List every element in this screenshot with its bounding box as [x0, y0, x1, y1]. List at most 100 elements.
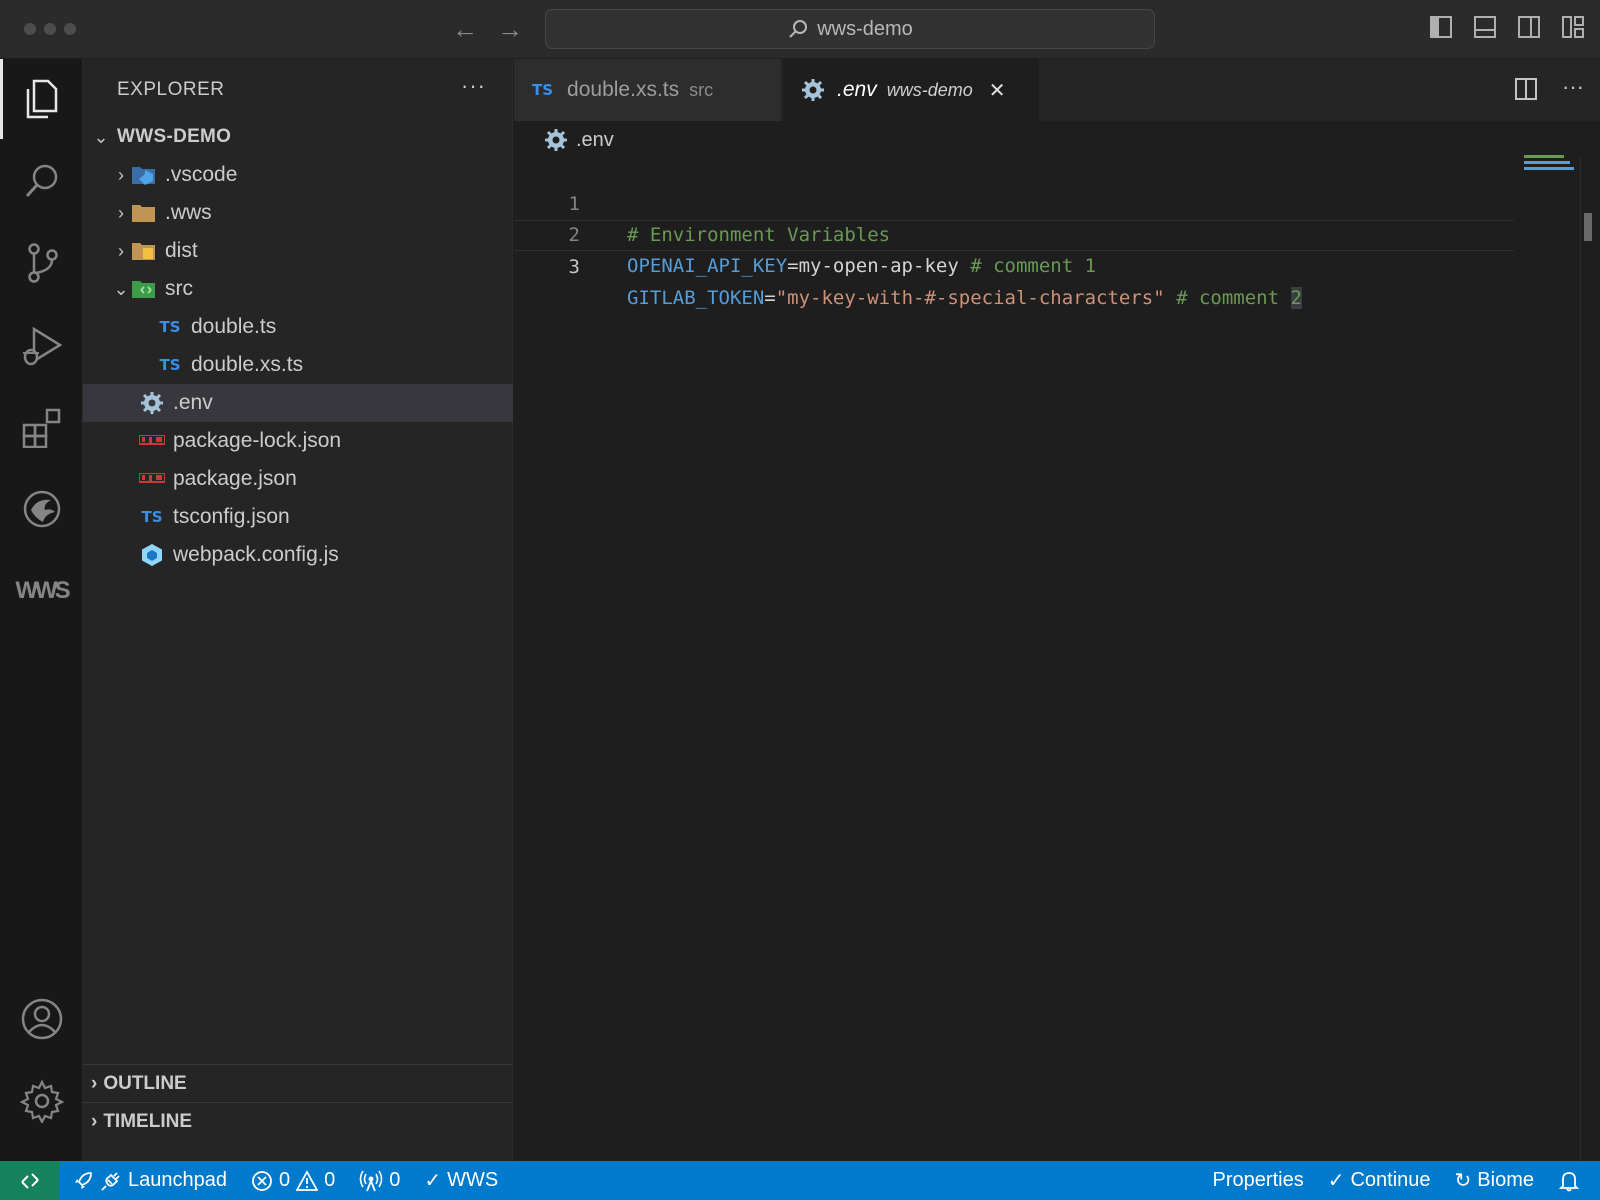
typescript-file-icon: TS [159, 318, 181, 336]
tree-item-label: double.ts [191, 315, 277, 338]
env-equals: = [787, 255, 799, 277]
more-actions-icon[interactable]: ··· [461, 73, 486, 99]
outline-label: OUTLINE [103, 1072, 187, 1094]
error-count: 0 [278, 1169, 291, 1191]
problems-status[interactable]: 0 0 [239, 1161, 347, 1200]
gear-file-icon [801, 78, 825, 102]
refresh-icon: ↻ [1454, 1170, 1472, 1192]
code-line[interactable]: 1 # Environment Variables [514, 158, 1514, 246]
tab-description: src [689, 79, 714, 100]
tree-root-label: WWS-DEMO [117, 126, 232, 147]
code-editor[interactable]: 1 # Environment Variables 2 OPENAI_API_K… [514, 158, 1514, 309]
tree-item-label: webpack.config.js [173, 543, 339, 566]
tree-item-wws-folder[interactable]: › .wws [83, 194, 513, 232]
editor-area: TS double.xs.ts src .env wws-demo ✕ ··· … [514, 59, 1600, 1161]
minimap[interactable] [1524, 155, 1574, 173]
tree-item-label: double.xs.ts [191, 353, 304, 376]
code-line[interactable]: 2 OPENAI_API_KEY=my-open-ap-key # commen… [514, 189, 1514, 277]
typescript-file-icon: TS [159, 356, 181, 374]
wws-icon-label: WS [34, 577, 71, 604]
broadcast-icon [359, 1170, 383, 1191]
explorer-sidebar: EXPLORER ··· ⌄ WWS-DEMO › .vscode › .wws… [83, 59, 513, 1161]
properties-status[interactable]: Properties [1201, 1161, 1316, 1200]
ports-count: 0 [389, 1169, 401, 1191]
phoenix-icon[interactable] [0, 469, 83, 549]
tree-item-webpack-config-js[interactable]: webpack.config.js [83, 536, 513, 574]
search-icon [789, 20, 808, 38]
overview-ruler[interactable] [1580, 157, 1600, 1161]
remote-icon [21, 1172, 39, 1189]
error-icon [252, 1170, 272, 1191]
run-debug-icon[interactable] [0, 305, 83, 385]
tree-item-label: package-lock.json [173, 429, 342, 452]
rocket-icon [75, 1171, 92, 1189]
wws-icon[interactable]: WWS [0, 551, 83, 631]
wws-label: WWS [447, 1169, 499, 1191]
tree-item-label: .vscode [165, 163, 238, 186]
env-key: OPENAI_API_KEY [627, 255, 788, 277]
more-actions-icon[interactable]: ··· [1562, 76, 1584, 106]
env-equals: = [764, 287, 776, 309]
scrollbar-slider[interactable] [1584, 213, 1592, 241]
arrow-left-icon[interactable]: ← [452, 14, 478, 44]
npm-icon [139, 430, 165, 452]
tree-item-package-json[interactable]: package.json [83, 460, 513, 498]
window-zoom-button[interactable] [64, 23, 76, 35]
tab-description: wws-demo [886, 79, 973, 100]
chevron-down-icon: ⌄ [93, 126, 109, 147]
tree-item-label: tsconfig.json [173, 505, 290, 528]
settings-gear-icon[interactable] [0, 1061, 83, 1141]
tab-env[interactable]: .env wws-demo ✕ [783, 59, 1039, 121]
window-close-button[interactable] [24, 23, 36, 35]
activity-bar: WWS [0, 59, 83, 1161]
toggle-secondary-sidebar-icon[interactable] [1518, 16, 1540, 38]
tsconfig-file-icon: TS [141, 508, 163, 526]
tree-root-folder[interactable]: ⌄ WWS-DEMO [83, 118, 513, 156]
split-editor-icon[interactable] [1514, 77, 1538, 106]
biome-status[interactable]: ↻ Biome [1443, 1161, 1546, 1200]
tree-item-env[interactable]: .env [83, 384, 513, 422]
wws-status[interactable]: ✓ WWS [412, 1161, 510, 1200]
explorer-icon[interactable] [0, 59, 83, 139]
tree-item-double-ts[interactable]: TS double.ts [83, 308, 513, 346]
search-icon[interactable] [0, 141, 83, 221]
account-icon[interactable] [0, 979, 83, 1059]
customize-layout-icon[interactable] [1562, 16, 1584, 38]
ports-status[interactable]: 0 [347, 1161, 412, 1200]
tree-item-double-xs-ts[interactable]: TS double.xs.ts [83, 346, 513, 384]
webpack-icon [139, 544, 165, 566]
env-string-value: "my-key-with-#-special-characters" [775, 287, 1165, 309]
launchpad-status[interactable]: Launchpad [60, 1161, 239, 1200]
tree-item-vscode-folder[interactable]: › .vscode [83, 156, 513, 194]
source-control-icon[interactable] [0, 223, 83, 303]
code-line-current[interactable]: 3 GITLAB_TOKEN="my-key-with-#-special-ch… [514, 220, 1514, 309]
env-key: GITLAB_TOKEN [627, 287, 765, 309]
remote-indicator[interactable] [0, 1161, 60, 1200]
tree-item-label: package.json [173, 467, 297, 490]
extensions-icon[interactable] [0, 387, 83, 467]
tree-item-package-lock-json[interactable]: package-lock.json [83, 422, 513, 460]
launchpad-label: Launchpad [128, 1169, 227, 1191]
command-center-search[interactable]: wws-demo [545, 9, 1155, 49]
continue-label: Continue [1350, 1169, 1431, 1191]
npm-icon [139, 468, 165, 490]
sidebar-title: EXPLORER [117, 79, 225, 100]
outline-panel-header[interactable]: › OUTLINE [83, 1064, 513, 1102]
window-minimize-button[interactable] [44, 23, 56, 35]
toggle-panel-icon[interactable] [1474, 16, 1496, 38]
notifications-status[interactable] [1546, 1161, 1600, 1200]
tab-double-xs-ts[interactable]: TS double.xs.ts src [514, 59, 782, 121]
continue-status[interactable]: ✓ Continue [1316, 1161, 1443, 1200]
breadcrumb[interactable]: .env [544, 125, 614, 155]
tree-item-dist-folder[interactable]: › dist [83, 232, 513, 270]
close-icon[interactable]: ✕ [989, 78, 1006, 103]
warning-count: 0 [324, 1169, 336, 1191]
toggle-primary-sidebar-icon[interactable] [1430, 16, 1452, 38]
tree-item-tsconfig-json[interactable]: TS tsconfig.json [83, 498, 513, 536]
properties-label: Properties [1212, 1169, 1304, 1191]
tree-item-src-folder[interactable]: ⌄ src [83, 270, 513, 308]
arrow-right-icon[interactable]: → [497, 14, 523, 44]
timeline-panel-header[interactable]: › TIMELINE [83, 1102, 513, 1140]
chevron-right-icon: › [118, 202, 124, 223]
biome-label: Biome [1477, 1169, 1534, 1191]
